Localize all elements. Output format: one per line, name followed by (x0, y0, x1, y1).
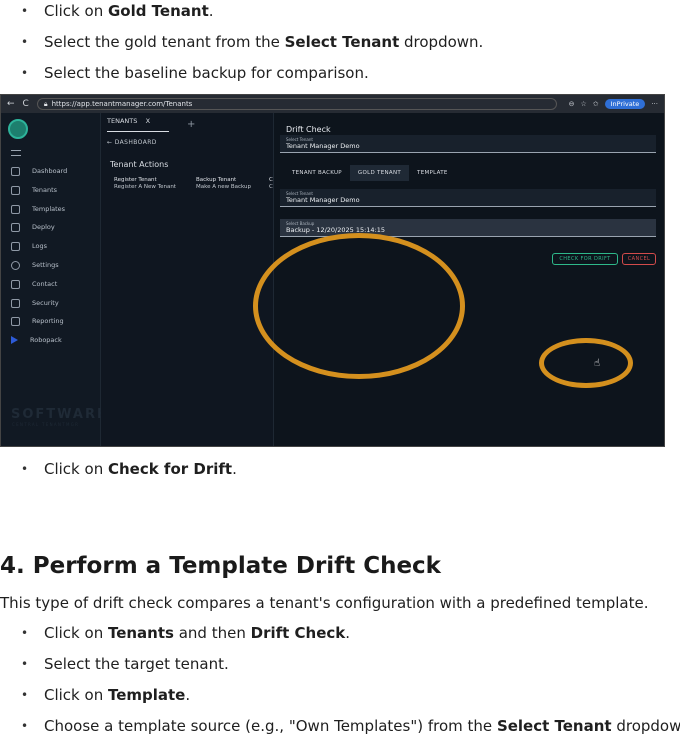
gear-icon (11, 260, 20, 270)
app-logo (8, 119, 28, 139)
more-icon[interactable]: ··· (651, 100, 658, 108)
instruction-list-template: • Click on Tenants and then Drift Check. … (0, 623, 680, 735)
zoom-icon[interactable]: ⊖ (569, 100, 575, 108)
sidebar-item-logs[interactable]: Logs (11, 240, 47, 252)
home-icon (11, 166, 20, 176)
logs-icon (11, 241, 20, 251)
list-text: Choose a template source (e.g., "Own Tem… (44, 717, 680, 735)
panel-title: Tenant Actions (110, 160, 169, 169)
list-item: • Choose a template source (e.g., "Own Te… (0, 716, 680, 735)
instruction-list-gold-tenant: • Click on Gold Tenant. • Select the gold … (0, 1, 680, 94)
sidebar-item-settings[interactable]: Settings (11, 259, 59, 271)
highlight-circle (253, 233, 465, 379)
gold-tenant-select[interactable]: Select Tenant Tenant Manager Demo (280, 189, 656, 207)
tab-gold-tenant[interactable]: GOLD TENANT (349, 165, 410, 181)
mail-icon (11, 279, 20, 289)
sidebar-item-deploy[interactable]: Deploy (11, 221, 55, 233)
check-for-drift-button[interactable]: CHECK FOR DRIFT (552, 253, 618, 265)
sidebar-item-security[interactable]: Security (11, 297, 59, 309)
sidebar-item-dashboard[interactable]: Dashboard (11, 165, 67, 177)
tab-tenants[interactable]: TENANTS X (107, 117, 169, 132)
address-bar[interactable]: 🔒︎ https://app.tenantmanager.com/Tenants (36, 98, 557, 110)
app-screenshot: ← C 🔒︎ https://app.tenantmanager.com/Tena… (0, 94, 665, 447)
list-item: • Click on Tenants and then Drift Check. (0, 623, 680, 654)
sidebar-item-templates[interactable]: Templates (11, 203, 65, 215)
sidebar-item-reporting[interactable]: Reporting (11, 315, 64, 327)
cursor-icon: ☝ (594, 358, 601, 369)
menu-icon[interactable] (11, 150, 21, 156)
sidebar-item-contact[interactable]: Contact (11, 278, 57, 290)
select-tenant-field[interactable]: Select Tenant Tenant Manager Demo (280, 135, 656, 153)
bullet-icon: • (21, 657, 29, 671)
list-text: Click on Tenants and then Drift Check. (44, 624, 351, 642)
section-intro: This type of drift check compares a tena… (0, 594, 649, 612)
favorites-list-icon[interactable]: ✩ (593, 100, 599, 108)
instruction-list-check: • Click on Check for Drift. (0, 459, 680, 490)
close-icon[interactable]: X (146, 117, 150, 125)
favorite-icon[interactable]: ☆ (580, 100, 586, 108)
list-item: • Select the target tenant. (0, 654, 680, 685)
tenant-actions-panel: TENANTS X + ← DASHBOARD Tenant Actions R… (101, 113, 274, 446)
brand-subtitle: CENTRAL TENANTMGR (12, 422, 80, 427)
list-item: • Click on Gold Tenant. (0, 1, 680, 32)
section-heading: 4. Perform a Template Drift Check (0, 553, 441, 579)
highlight-circle (539, 338, 633, 388)
cancel-button[interactable]: CANCEL (622, 253, 656, 265)
bullet-icon: • (21, 626, 29, 640)
back-icon[interactable]: ← (7, 99, 15, 109)
bullet-icon: • (21, 719, 29, 733)
refresh-icon[interactable]: C (23, 99, 29, 109)
backup-tenant-card[interactable]: Backup Tenant Make A new Backup (192, 175, 266, 197)
bullet-icon: • (21, 66, 29, 80)
browser-toolbar: ← C 🔒︎ https://app.tenantmanager.com/Tena… (1, 95, 664, 113)
list-text: Click on Check for Drift. (44, 460, 237, 478)
sidebar-item-robopack[interactable]: Robopack (11, 334, 62, 346)
inprivate-badge[interactable]: InPrivate (604, 99, 646, 109)
register-tenant-card[interactable]: Register Tenant Register A New Tenant (110, 175, 190, 197)
tab-tenant-backup[interactable]: TENANT BACKUP (284, 165, 350, 181)
back-to-dashboard-link[interactable]: ← DASHBOARD (107, 139, 157, 146)
list-text: Click on Template. (44, 686, 191, 704)
brand-wordmark: SOFTWARE (11, 407, 108, 422)
add-tab-icon[interactable]: + (187, 119, 195, 130)
deploy-icon (11, 222, 20, 232)
sidebar-item-tenants[interactable]: Tenants (11, 184, 57, 196)
list-item: • Click on Template. (0, 685, 680, 716)
drift-mode-tabs: TENANT BACKUP GOLD TENANT TEMPLATE (284, 165, 456, 181)
template-icon (11, 204, 20, 214)
list-text: Select the gold tenant from the Select T… (44, 33, 484, 51)
play-icon (11, 336, 18, 344)
bullet-icon: • (21, 35, 29, 49)
tab-template[interactable]: TEMPLATE (409, 165, 456, 181)
list-item: • Click on Check for Drift. (0, 459, 680, 490)
bullet-icon: • (21, 4, 29, 18)
app-sidebar: Dashboard Tenants Templates Deploy Logs … (1, 113, 106, 446)
bullet-icon: • (21, 462, 29, 476)
add-box-icon (11, 185, 20, 195)
drift-check-title: Drift Check (286, 125, 331, 134)
lock-icon: 🔒︎ (43, 99, 48, 108)
list-text: Select the target tenant. (44, 655, 229, 673)
list-item: • Select the baseline backup for comparis… (0, 63, 680, 94)
list-text: Click on Gold Tenant. (44, 2, 214, 20)
list-item: • Select the gold tenant from the Select … (0, 32, 680, 63)
url-text: https://app.tenantmanager.com/Tenants (51, 100, 193, 108)
bullet-icon: • (21, 688, 29, 702)
list-text: Select the baseline backup for compariso… (44, 64, 369, 82)
lock-icon (11, 298, 20, 308)
report-icon (11, 316, 20, 326)
